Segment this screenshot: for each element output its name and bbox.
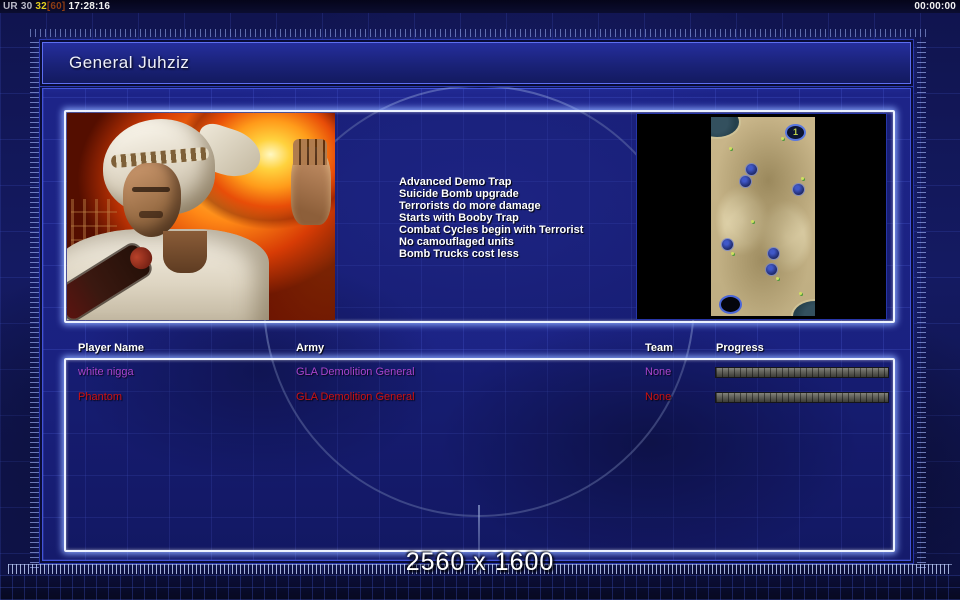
map-speck <box>731 252 734 255</box>
clock-value: 17:28:16 <box>68 1 111 12</box>
resolution-label: 2560 x 1600 <box>405 548 555 576</box>
perk-item: Suicide Bomb upgrade <box>399 188 519 200</box>
perk-item: Starts with Booby Trap <box>399 212 519 224</box>
player-progress-bar <box>715 392 889 403</box>
map-start-position-dot <box>719 295 742 314</box>
fps-label: UR 30 <box>3 1 33 12</box>
general-portrait-image <box>67 113 335 320</box>
player-army: GLA Demolition General <box>296 391 415 403</box>
game-timer: 00:00:00 <box>914 1 956 12</box>
top-ruler <box>30 29 930 37</box>
loading-screen: UR 30 32[60] 17:28:16 00:00:00 General J… <box>0 0 960 600</box>
player-name: white nigga <box>78 366 134 378</box>
left-ruler <box>30 42 39 570</box>
map-speck <box>729 147 732 150</box>
perk-item: No camouflaged units <box>399 236 514 248</box>
map-preview-panel: 1 <box>636 113 887 320</box>
player-name: Phantom <box>78 391 123 403</box>
bottom-grid-strip <box>0 575 960 600</box>
map-speck <box>801 177 804 180</box>
general-perk-list: Advanced Demo Trap Suicide Bomb upgrade … <box>399 176 583 260</box>
column-progress: Progress <box>716 342 764 354</box>
player-army: GLA Demolition General <box>296 366 415 378</box>
map-speck <box>751 220 754 223</box>
perk-item: Bomb Trucks cost less <box>399 248 519 260</box>
player-team: None <box>645 391 672 403</box>
portrait-chest <box>163 231 207 273</box>
perk-item: Terrorists do more damage <box>399 200 541 212</box>
fps-cap: [60] <box>46 1 66 12</box>
player-list-box <box>64 358 895 552</box>
portrait-face <box>123 163 181 237</box>
map-preview-image: 1 <box>711 117 815 316</box>
column-team: Team <box>645 342 673 354</box>
column-army: Army <box>296 342 325 354</box>
player-team: None <box>645 366 672 378</box>
map-supply-dot <box>766 264 777 275</box>
perk-item: Advanced Demo Trap <box>399 176 512 188</box>
fps-readout: UR 30 32[60] 17:28:16 <box>3 0 110 13</box>
map-supply-dot <box>746 164 757 175</box>
map-speck <box>799 292 802 295</box>
map-speck <box>776 277 779 280</box>
map-speck <box>781 137 784 140</box>
player-progress-bar <box>715 367 889 378</box>
portrait-raised-hand <box>291 139 331 225</box>
map-supply-dot <box>740 176 751 187</box>
map-supply-dot <box>722 239 733 250</box>
map-supply-dot <box>793 184 804 195</box>
right-ruler <box>917 42 926 570</box>
debug-status-bar: UR 30 32[60] 17:28:16 00:00:00 <box>0 0 960 13</box>
fps-value: 32 <box>35 1 47 12</box>
map-supply-dot <box>768 248 779 259</box>
column-player-name: Player Name <box>78 342 145 354</box>
map-water-area <box>793 301 815 316</box>
table-row: Phantom GLA Demolition General None <box>0 391 960 407</box>
perk-item: Combat Cycles begin with Terrorist <box>399 224 584 236</box>
map-start-position-marker: 1 <box>785 124 806 141</box>
title-bar: General Juhziz <box>42 42 911 84</box>
table-row: white nigga GLA Demolition General None <box>0 366 960 382</box>
player-table-header: Player Name Army Team Progress <box>0 342 960 356</box>
page-title: General Juhziz <box>69 53 190 72</box>
map-water-area <box>711 117 739 137</box>
